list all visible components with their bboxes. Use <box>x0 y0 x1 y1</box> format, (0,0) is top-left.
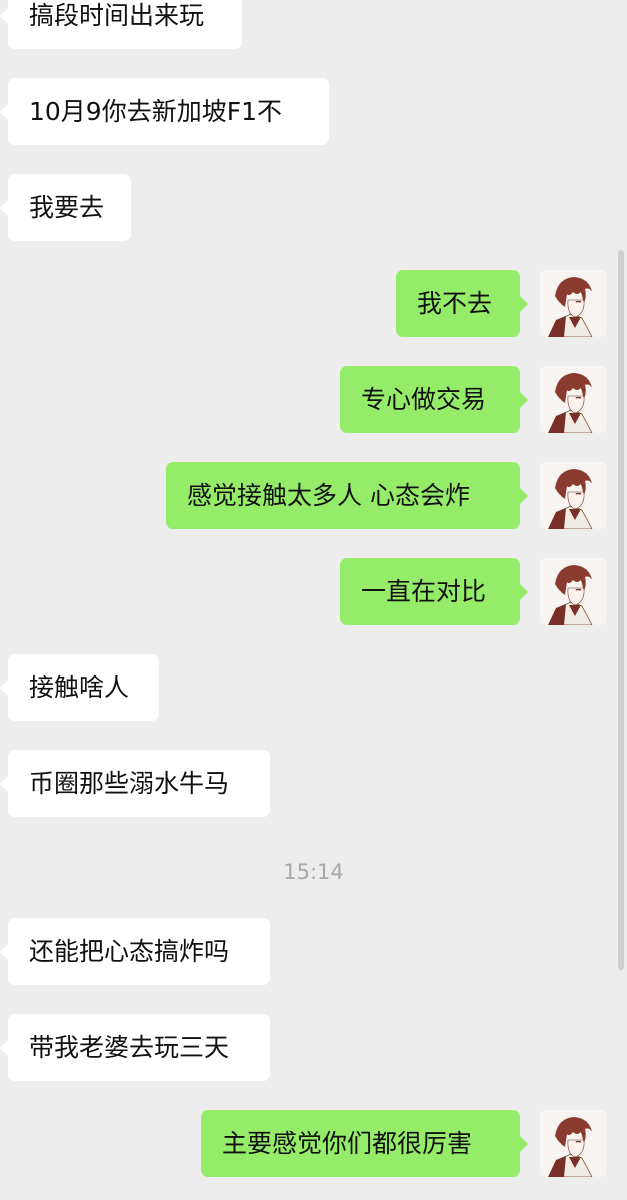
my-avatar[interactable] <box>540 1110 607 1177</box>
scrollbar[interactable] <box>618 250 624 970</box>
anime-boy-avatar-icon <box>540 1110 607 1177</box>
chat-conversation: 搞段时间出来玩 10月9你去新加坡F1不 我要去 我不去 专心做交易 感觉接触太 <box>0 0 627 1200</box>
anime-boy-avatar-icon <box>540 558 607 625</box>
incoming-message-bubble[interactable]: 带我老婆去玩三天 <box>0 1014 270 1081</box>
outgoing-message-bubble[interactable]: 感觉接触太多人 心态会炸 <box>166 462 528 529</box>
anime-boy-avatar-icon <box>540 462 607 529</box>
my-avatar[interactable] <box>540 366 607 433</box>
my-avatar[interactable] <box>540 270 607 337</box>
outgoing-message-bubble[interactable]: 我不去 <box>396 270 528 337</box>
incoming-message-bubble[interactable]: 搞段时间出来玩 <box>0 0 242 49</box>
anime-boy-avatar-icon <box>540 270 607 337</box>
outgoing-message-bubble[interactable]: 专心做交易 <box>340 366 528 433</box>
my-avatar[interactable] <box>540 558 607 625</box>
message-timestamp: 15:14 <box>283 860 344 884</box>
incoming-message-bubble[interactable]: 10月9你去新加坡F1不 <box>0 78 329 145</box>
incoming-message-bubble[interactable]: 币圈那些溺水牛马 <box>0 750 270 817</box>
incoming-message-bubble[interactable]: 接触啥人 <box>0 654 159 721</box>
anime-boy-avatar-icon <box>540 366 607 433</box>
my-avatar[interactable] <box>540 462 607 529</box>
incoming-message-bubble[interactable]: 我要去 <box>0 174 131 241</box>
outgoing-message-bubble[interactable]: 主要感觉你们都很厉害 <box>201 1110 528 1177</box>
outgoing-message-bubble[interactable]: 一直在对比 <box>340 558 528 625</box>
incoming-message-bubble[interactable]: 还能把心态搞炸吗 <box>0 918 270 985</box>
